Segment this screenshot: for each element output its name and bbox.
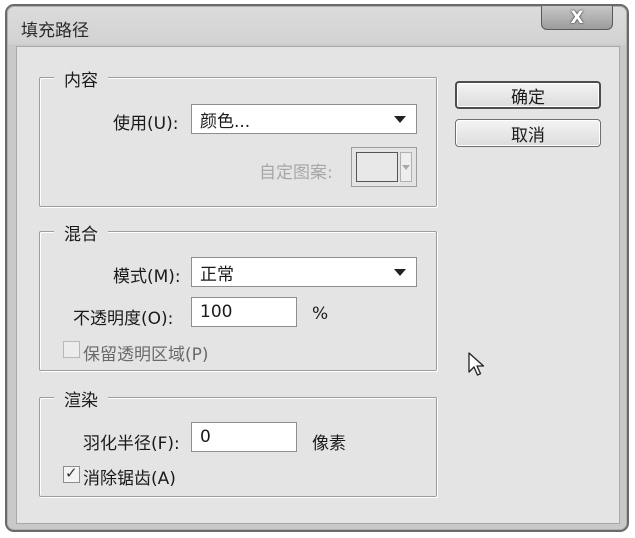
mode-select-value: 正常	[200, 264, 234, 285]
preserve-transparency-checkbox[interactable]	[63, 341, 80, 358]
mouse-pointer-icon	[468, 352, 485, 376]
custom-pattern-label: 自定图案:	[259, 163, 333, 183]
pattern-swatch	[356, 152, 398, 182]
title-bar[interactable]: 填充路径 X	[7, 6, 627, 46]
custom-pattern-picker[interactable]	[351, 147, 417, 187]
feather-radius-label: 羽化半径(F):	[83, 434, 180, 454]
use-select[interactable]: 颜色...	[191, 104, 417, 134]
chevron-down-icon	[394, 116, 406, 123]
antialias-checkbox[interactable]: ✓	[63, 464, 80, 483]
blend-group-legend: 混合	[54, 220, 108, 245]
fill-path-dialog: 填充路径 X 内容 使用(U): 颜色... 自定图案: 混合 模式(M): 正…	[5, 4, 629, 532]
use-select-value: 颜色...	[200, 111, 251, 132]
feather-radius-unit: 像素	[312, 434, 346, 454]
dialog-title: 填充路径	[21, 21, 89, 41]
pattern-dropdown-arrow-icon	[400, 152, 412, 182]
checkmark-icon: ✓	[65, 464, 78, 482]
opacity-label: 不透明度(O):	[73, 309, 174, 329]
opacity-unit: %	[312, 304, 329, 324]
content-group-legend: 内容	[54, 66, 108, 91]
feather-radius-input[interactable]	[191, 422, 297, 452]
dialog-client-area: 内容 使用(U): 颜色... 自定图案: 混合 模式(M): 正常 不透明度(…	[16, 46, 620, 524]
cancel-button[interactable]: 取消	[455, 119, 601, 147]
chevron-down-icon	[394, 269, 406, 276]
use-label: 使用(U):	[113, 114, 179, 134]
close-icon: X	[570, 7, 584, 28]
content-group: 内容	[39, 66, 437, 207]
mode-label: 模式(M):	[113, 267, 181, 287]
antialias-label: 消除锯齿(A)	[83, 469, 176, 489]
opacity-input[interactable]	[191, 297, 297, 327]
mode-select[interactable]: 正常	[191, 257, 417, 287]
preserve-transparency-label: 保留透明区域(P)	[83, 345, 209, 365]
ok-button[interactable]: 确定	[455, 81, 601, 109]
render-group-legend: 渲染	[54, 386, 108, 411]
close-button[interactable]: X	[541, 6, 613, 30]
